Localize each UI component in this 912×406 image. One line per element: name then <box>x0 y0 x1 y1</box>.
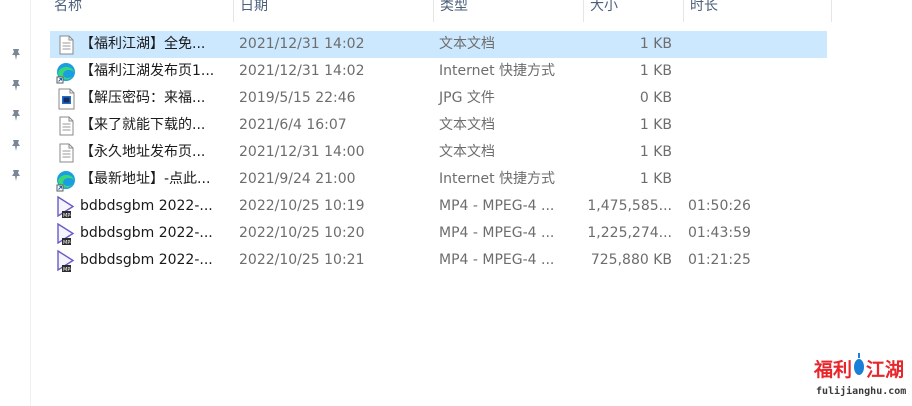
edge-shortcut-icon <box>54 168 78 192</box>
file-size: 1 KB <box>639 171 672 187</box>
file-date: 2022/10/25 10:20 <box>239 225 365 241</box>
column-header-name[interactable]: 名称 <box>48 0 234 22</box>
watermark-logo: 福利 江湖 fulijianghu.com <box>813 353 906 397</box>
file-date: 2022/10/25 10:21 <box>239 252 365 268</box>
file-name: 【最新地址】-点此... <box>80 171 211 187</box>
file-type: 文本文档 <box>439 144 495 160</box>
svg-text:福利: 福利 <box>813 358 852 381</box>
watermark-url: fulijianghu.com <box>816 385 906 397</box>
file-date: 2021/12/31 14:02 <box>239 63 365 79</box>
file-date: 2021/6/4 16:07 <box>239 117 347 133</box>
file-type: 文本文档 <box>439 36 495 52</box>
file-type: Internet 快捷方式 <box>439 63 556 79</box>
file-type: JPG 文件 <box>439 90 495 106</box>
file-row[interactable]: 【福利江湖】全免... 2021/12/31 14:02 文本文档 1 KB <box>50 31 827 58</box>
video-file-icon: MP4 <box>54 195 78 219</box>
column-header-bar: 名称 日期 类型 大小 时长 <box>38 0 838 22</box>
text-document-icon <box>54 141 78 165</box>
navigation-pane <box>0 0 31 406</box>
file-size: 1 KB <box>639 36 672 52</box>
file-type: MP4 - MPEG-4 ... <box>439 252 555 268</box>
file-date: 2021/9/24 21:00 <box>239 171 356 187</box>
file-size: 725,880 KB <box>590 252 672 268</box>
video-file-icon: MP4 <box>54 222 78 246</box>
file-name: 【福利江湖发布页1... <box>80 63 215 79</box>
svg-text:MP4: MP4 <box>63 267 74 273</box>
file-size: 1 KB <box>639 63 672 79</box>
text-document-icon <box>54 114 78 138</box>
jpg-image-icon <box>54 87 78 111</box>
pin-icon[interactable] <box>9 47 23 61</box>
edge-shortcut-icon <box>54 60 78 84</box>
file-duration: 01:43:59 <box>688 225 751 241</box>
file-row[interactable]: MP4 bdbdsgbm 2022-... 2022/10/25 10:19 MP4 … <box>50 193 840 220</box>
file-size: 1,475,585... <box>587 198 672 214</box>
column-header-size[interactable]: 大小 <box>584 0 684 22</box>
file-row[interactable]: MP4 bdbdsgbm 2022-... 2022/10/25 10:20 MP4 … <box>50 220 840 247</box>
file-size: 1 KB <box>639 144 672 160</box>
column-header-date[interactable]: 日期 <box>234 0 434 22</box>
file-type: Internet 快捷方式 <box>439 171 556 187</box>
file-row[interactable]: 【来了就能下载的... 2021/6/4 16:07 文本文档 1 KB <box>50 112 840 139</box>
file-name: 【解压密码：来福... <box>80 90 206 106</box>
column-header-duration[interactable]: 时长 <box>684 0 832 22</box>
file-name: 【永久地址发布页... <box>80 144 206 160</box>
file-name: bdbdsgbm 2022-... <box>80 225 213 241</box>
file-size: 0 KB <box>639 90 672 106</box>
file-name: bdbdsgbm 2022-... <box>80 198 213 214</box>
file-size: 1,225,274... <box>587 225 672 241</box>
svg-text:MP4: MP4 <box>63 213 74 219</box>
file-date: 2019/5/15 22:46 <box>239 90 356 106</box>
file-type: MP4 - MPEG-4 ... <box>439 198 555 214</box>
video-file-icon: MP4 <box>54 249 78 273</box>
file-list: 【福利江湖】全免... 2021/12/31 14:02 文本文档 1 KB 【福利江湖… <box>50 31 840 274</box>
file-size: 1 KB <box>639 117 672 133</box>
file-date: 2022/10/25 10:19 <box>239 198 365 214</box>
pin-icon[interactable] <box>9 168 23 182</box>
file-row[interactable]: 【最新地址】-点此... 2021/9/24 21:00 Internet 快捷方式… <box>50 166 840 193</box>
file-name: 【来了就能下载的... <box>80 117 206 133</box>
pin-icon[interactable] <box>9 138 23 152</box>
column-header-type[interactable]: 类型 <box>434 0 584 22</box>
file-name: 【福利江湖】全免... <box>80 36 206 52</box>
file-type: MP4 - MPEG-4 ... <box>439 225 555 241</box>
file-row[interactable]: MP4 bdbdsgbm 2022-... 2022/10/25 10:21 MP4 … <box>50 247 840 274</box>
file-duration: 01:50:26 <box>688 198 751 214</box>
file-duration: 01:21:25 <box>688 252 751 268</box>
pin-icon[interactable] <box>9 78 23 92</box>
file-date: 2021/12/31 14:00 <box>239 144 365 160</box>
svg-text:MP4: MP4 <box>63 240 74 246</box>
svg-text:江湖: 江湖 <box>866 359 904 381</box>
file-row[interactable]: 【永久地址发布页... 2021/12/31 14:00 文本文档 1 KB <box>50 139 840 166</box>
pin-icon[interactable] <box>9 108 23 122</box>
file-row[interactable]: 【福利江湖发布页1... 2021/12/31 14:02 Internet 快捷方… <box>50 58 840 85</box>
text-document-icon <box>54 33 78 57</box>
file-type: 文本文档 <box>439 117 495 133</box>
file-row[interactable]: 【解压密码：来福... 2019/5/15 22:46 JPG 文件 0 KB <box>50 85 840 112</box>
file-date: 2021/12/31 14:02 <box>239 36 365 52</box>
file-name: bdbdsgbm 2022-... <box>80 252 213 268</box>
